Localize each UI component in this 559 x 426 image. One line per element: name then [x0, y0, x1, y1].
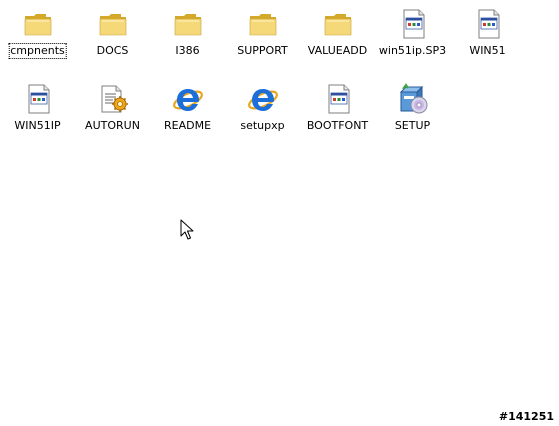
item-label: setupxp [240, 119, 285, 132]
item-label: README [163, 119, 212, 132]
folder-item-support[interactable]: SUPPORT [225, 4, 300, 66]
autorun-icon [97, 83, 129, 115]
system-file-icon [322, 83, 354, 115]
item-label: WIN51IP [14, 119, 61, 132]
folder-item-valueadd[interactable]: VALUEADD [300, 4, 375, 66]
image-id-watermark: #141251 [498, 410, 554, 423]
folder-item-i386[interactable]: I386 [150, 4, 225, 66]
internet-explorer-icon [172, 83, 204, 115]
file-item-win51[interactable]: WIN51 [450, 4, 525, 66]
folder-icon [97, 8, 129, 40]
system-file-icon [22, 83, 54, 115]
item-label: SETUP [394, 119, 431, 132]
file-item-setup[interactable]: SETUP [375, 79, 450, 141]
folder-icon [247, 8, 279, 40]
explorer-file-view[interactable]: cmpnents DOCS I386 SUPPORT VALUEADD win5… [0, 0, 559, 426]
setup-icon [397, 83, 429, 115]
folder-item-cmpnents[interactable]: cmpnents [0, 4, 75, 66]
item-label: cmpnents [8, 43, 67, 59]
internet-explorer-icon [247, 83, 279, 115]
file-item-setupxp[interactable]: setupxp [225, 79, 300, 141]
item-label: AUTORUN [85, 119, 140, 132]
item-label: I386 [175, 44, 200, 57]
folder-item-docs[interactable]: DOCS [75, 4, 150, 66]
folder-icon [322, 8, 354, 40]
item-label: SUPPORT [237, 44, 288, 57]
item-label: DOCS [96, 44, 129, 57]
mouse-cursor-icon [180, 219, 194, 240]
file-item-win51ip-sp3[interactable]: win51ip.SP3 [375, 4, 450, 66]
item-label: WIN51 [469, 44, 506, 57]
item-label: VALUEADD [307, 44, 368, 57]
folder-icon [22, 8, 54, 40]
folder-icon [172, 8, 204, 40]
system-file-icon [472, 8, 504, 40]
file-item-readme[interactable]: README [150, 79, 225, 141]
file-item-bootfont[interactable]: BOOTFONT [300, 79, 375, 141]
item-label: BOOTFONT [306, 119, 369, 132]
file-item-autorun[interactable]: AUTORUN [75, 79, 150, 141]
system-file-icon [397, 8, 429, 40]
file-item-win51ip[interactable]: WIN51IP [0, 79, 75, 141]
item-label: win51ip.SP3 [378, 44, 447, 57]
